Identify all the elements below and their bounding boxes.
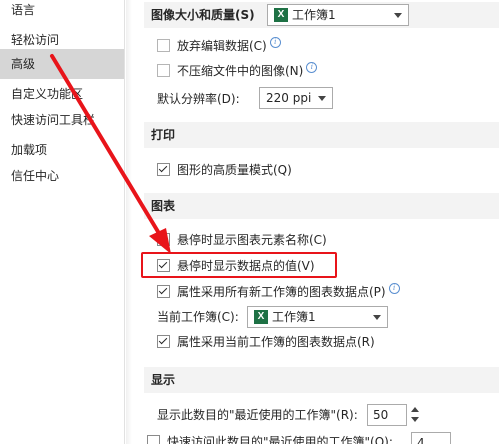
no-compress-checkbox[interactable] (157, 64, 170, 77)
info-icon: i (388, 283, 400, 294)
props-all-new-row[interactable]: 属性采用所有新工作簿的图表数据点(P) i (157, 282, 400, 302)
quick-access-input[interactable]: 4 (411, 432, 451, 444)
section-print-header: 打印 (144, 122, 499, 148)
hover-names-checkbox[interactable] (157, 233, 170, 246)
quick-access-label: 快速访问此数目的"最近使用的工作簿"(O): (167, 435, 393, 444)
resolution-label: 默认分辨率(D): (157, 92, 240, 106)
props-current-row[interactable]: 属性采用当前工作簿的图表数据点(R) (157, 332, 375, 352)
resolution-select-value: 220 ppi (266, 91, 312, 105)
recent-workbooks-value: 50 (373, 408, 389, 422)
chevron-down-icon (318, 96, 326, 101)
section-display-header: 显示 (144, 367, 499, 393)
section-image-quality-title: 图像大小和质量(S) (151, 8, 255, 22)
sidebar-item-advanced[interactable]: 高级 (0, 49, 124, 79)
high-quality-checkbox[interactable] (157, 163, 170, 176)
section-chart-header: 图表 (144, 193, 499, 219)
hover-names-row[interactable]: 悬停时显示图表元素名称(C) (157, 230, 327, 250)
resolution-select[interactable]: 220 ppi (259, 87, 333, 109)
options-content: 图像大小和质量(S) X 工作簿1 放弃编辑数据(C) i 不压缩文件中的图像(N)… (126, 0, 499, 444)
discard-edit-row[interactable]: 放弃编辑数据(C) i (157, 36, 281, 56)
quick-access-checkbox[interactable] (147, 435, 160, 444)
quick-access-row[interactable]: 快速访问此数目的"最近使用的工作簿"(O): (147, 432, 393, 444)
highlight-box (141, 252, 337, 278)
high-quality-row[interactable]: 图形的高质量模式(Q) (157, 160, 292, 180)
sidebar-divider (124, 0, 125, 444)
section-chart-title: 图表 (151, 199, 176, 213)
props-all-new-checkbox[interactable] (157, 285, 170, 298)
props-all-new-label: 属性采用所有新工作簿的图表数据点(P) (177, 285, 386, 299)
recent-workbooks-input[interactable]: 50 (367, 404, 407, 426)
high-quality-label: 图形的高质量模式(Q) (177, 163, 292, 177)
sidebar-item-trust-center[interactable]: 信任中心 (0, 161, 124, 191)
chevron-down-icon (394, 13, 402, 18)
spin-up-icon[interactable] (411, 407, 419, 412)
props-current-label: 属性采用当前工作簿的图表数据点(R) (177, 335, 375, 349)
recent-workbooks-spinner[interactable] (409, 404, 421, 426)
current-workbook-select[interactable]: X 工作簿1 (247, 306, 388, 328)
recent-workbooks-label: 显示此数目的"最近使用的工作簿"(R): (157, 408, 358, 422)
discard-edit-checkbox[interactable] (157, 39, 170, 52)
image-workbook-select[interactable]: X 工作簿1 (267, 4, 409, 26)
options-sidebar: 语言 轻松访问 高级 自定义功能区 快速访问工具栏 加载项 信任中心 (0, 0, 124, 444)
excel-icon: X (254, 309, 268, 324)
section-display-title: 显示 (151, 373, 176, 387)
sidebar-item-quick-access-toolbar[interactable]: 快速访问工具栏 (0, 105, 124, 135)
props-current-checkbox[interactable] (157, 335, 170, 348)
info-icon: i (269, 37, 281, 48)
no-compress-row[interactable]: 不压缩文件中的图像(N) i (157, 61, 318, 81)
section-print-title: 打印 (151, 128, 176, 142)
discard-edit-label: 放弃编辑数据(C) (177, 39, 267, 53)
quick-access-value: 4 (417, 436, 425, 444)
image-workbook-select-value: 工作簿1 (292, 8, 336, 22)
current-workbook-select-value: 工作簿1 (272, 310, 316, 324)
sidebar-item-language[interactable]: 语言 (0, 0, 124, 25)
info-icon: i (306, 62, 318, 73)
no-compress-label: 不压缩文件中的图像(N) (177, 64, 304, 78)
hover-names-label: 悬停时显示图表元素名称(C) (177, 233, 327, 247)
spin-down-icon[interactable] (411, 417, 419, 422)
current-workbook-label: 当前工作簿(C): (157, 310, 239, 324)
excel-icon: X (274, 7, 288, 22)
chevron-down-icon (373, 315, 381, 320)
